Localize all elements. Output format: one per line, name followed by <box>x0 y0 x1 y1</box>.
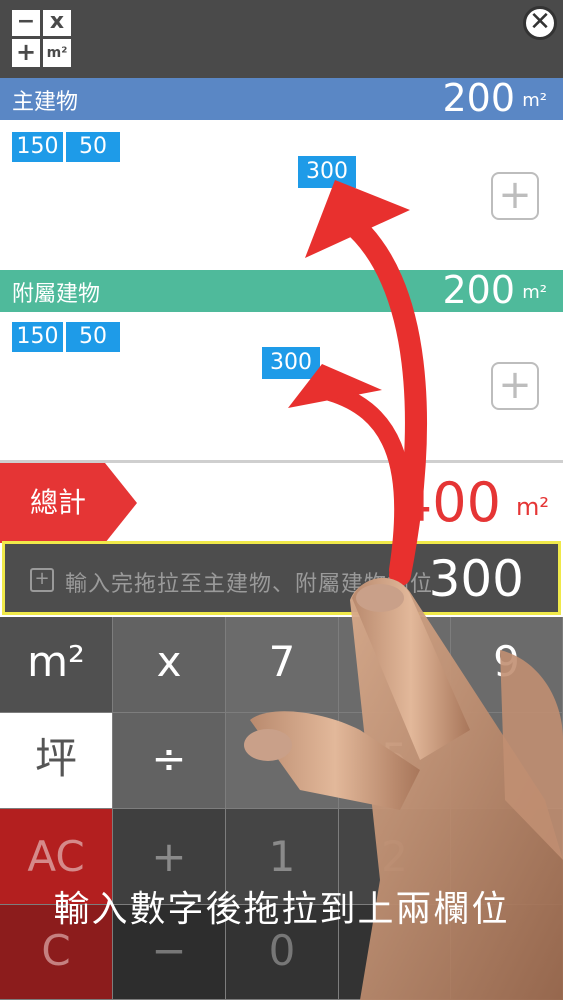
keypad: m² x 7 8 9 坪 ÷ 4 5 6 AC + 1 2 3 C − 0 <box>0 617 563 1000</box>
digit-key[interactable]: 4 <box>226 713 339 809</box>
minus-icon: − <box>12 10 40 36</box>
accessory-building-label: 附屬建物 <box>12 282 101 307</box>
plus-icon: + <box>30 568 54 592</box>
accessory-building-total: 200 <box>442 268 515 312</box>
accessory-building-chip[interactable]: 150 <box>12 322 63 352</box>
digit-key[interactable]: 6 <box>451 713 563 809</box>
app-logo: − x + m² <box>12 10 74 68</box>
digit-key[interactable]: 9 <box>451 617 563 713</box>
plus-icon: + <box>12 39 40 67</box>
main-building-chip[interactable]: 50 <box>66 132 120 162</box>
accessory-building-unit: m² <box>522 282 547 303</box>
digit-key[interactable]: 7 <box>226 617 339 713</box>
top-bar: − x + m² ✕ <box>0 0 563 78</box>
dragged-chip[interactable]: 300 <box>262 347 320 379</box>
total-arrow <box>105 463 137 543</box>
plus-icon: + <box>498 172 532 218</box>
digit-key[interactable]: 5 <box>339 713 451 809</box>
divide-key[interactable]: ÷ <box>113 713 226 809</box>
accessory-building-header: 附屬建物 200 m² <box>0 268 563 312</box>
multiply-key[interactable]: x <box>113 617 226 713</box>
main-building-unit: m² <box>522 90 547 111</box>
digit-key[interactable]: 8 <box>339 617 451 713</box>
accessory-building-add-button[interactable]: + <box>491 362 539 410</box>
dragged-chip[interactable]: 300 <box>298 156 356 188</box>
main-building-total: 200 <box>442 76 515 120</box>
close-button[interactable]: ✕ <box>523 6 557 40</box>
total-unit: m² <box>516 493 549 521</box>
m2-icon: m² <box>43 39 71 67</box>
number-input-field[interactable]: + 輸入完拖拉至主建物、附屬建物欄位 300 <box>2 541 561 615</box>
close-icon: ✕ <box>529 7 551 37</box>
main-building-label: 主建物 <box>12 90 79 115</box>
input-value: 300 <box>428 550 524 608</box>
unit-m2-key[interactable]: m² <box>0 617 113 713</box>
main-building-chip[interactable]: 150 <box>12 132 63 162</box>
accessory-building-chip[interactable]: 50 <box>66 322 120 352</box>
total-row: 總計 400 m² <box>0 460 563 543</box>
plus-icon: + <box>498 362 532 408</box>
multiply-icon: x <box>43 10 71 36</box>
main-building-add-button[interactable]: + <box>491 172 539 220</box>
total-label: 總計 <box>0 463 105 543</box>
instruction-caption: 輸入數字後拖拉到上兩欄位 <box>53 889 510 930</box>
main-building-header: 主建物 200 m² <box>0 76 563 120</box>
unit-ping-key[interactable]: 坪 <box>0 713 113 809</box>
input-placeholder: 輸入完拖拉至主建物、附屬建物欄位 <box>65 572 434 597</box>
total-value: 400 <box>397 471 501 534</box>
